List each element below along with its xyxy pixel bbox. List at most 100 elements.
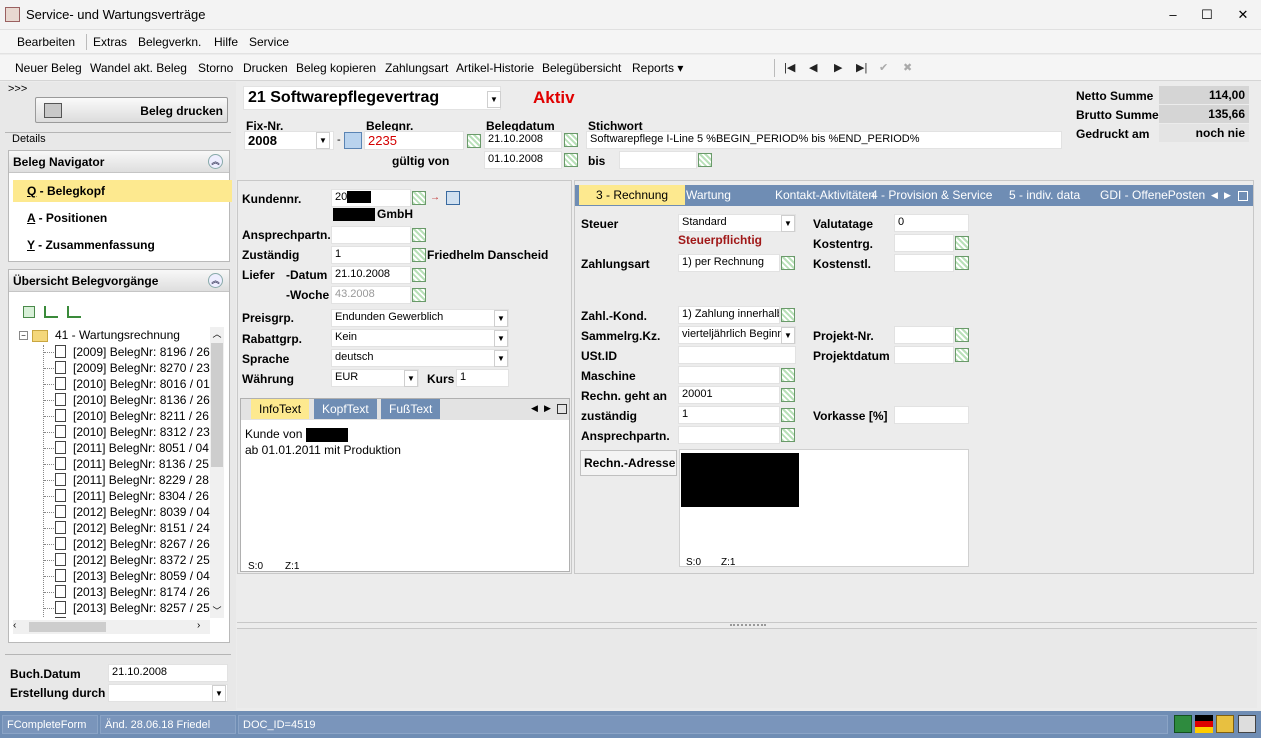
first-record-icon[interactable]: |◀ bbox=[784, 61, 795, 74]
projnr-field[interactable] bbox=[894, 326, 954, 344]
tab-prev-icon[interactable]: ◀ bbox=[531, 403, 538, 414]
tree-item[interactable]: [2010] BelegNr: 8211 / 26.0 bbox=[73, 408, 211, 424]
splitter-handle[interactable] bbox=[730, 624, 766, 627]
maximize-button[interactable]: ☐ bbox=[1197, 6, 1217, 24]
bis-field[interactable] bbox=[619, 151, 697, 169]
stichwort-field[interactable]: Softwarepflege I-Line 5 %BEGIN_PERIOD% b… bbox=[586, 131, 1062, 149]
expand-arrows[interactable]: >>> bbox=[8, 83, 27, 95]
refresh-tree-icon[interactable] bbox=[23, 306, 35, 318]
rechn-an-lookup-icon[interactable] bbox=[781, 388, 795, 402]
lock-icon[interactable] bbox=[1216, 715, 1234, 733]
tree-item[interactable]: [2013] BelegNr: 8174 / 26.0 bbox=[73, 584, 211, 600]
ansprech-field[interactable] bbox=[331, 226, 411, 244]
kundennr-lookup-icon[interactable] bbox=[412, 191, 426, 205]
fix-nr-dropdown-icon[interactable]: ▼ bbox=[316, 132, 330, 149]
rabatt-dropdown-icon[interactable]: ▼ bbox=[494, 330, 508, 347]
waehrung-dropdown-icon[interactable]: ▼ bbox=[404, 370, 418, 387]
collapse-tree-icon[interactable] bbox=[44, 306, 58, 318]
cancel-icon[interactable]: ✖ bbox=[903, 61, 912, 74]
kostenstl-lookup-icon[interactable] bbox=[955, 256, 969, 270]
tree-item[interactable]: [2010] BelegNr: 8312 / 23.0 bbox=[73, 424, 211, 440]
zahlungsart-lookup-icon[interactable] bbox=[781, 256, 795, 270]
scroll-left-icon[interactable]: ‹ bbox=[13, 620, 16, 631]
print-beleg-button[interactable]: Beleg drucken bbox=[35, 97, 228, 123]
menu-extras[interactable]: Extras bbox=[93, 35, 127, 49]
belegnr-field[interactable]: 2235 bbox=[364, 131, 464, 150]
search-beleg-icon[interactable] bbox=[344, 132, 362, 149]
buch-datum-field[interactable]: 21.10.2008 bbox=[108, 664, 228, 682]
nav-item-belegkopf[interactable]: Q - Belegkopf bbox=[13, 180, 232, 202]
projdatum-field[interactable] bbox=[894, 346, 954, 364]
ansp-field[interactable] bbox=[678, 426, 780, 444]
tab-rechnung[interactable]: 3 - Rechnung bbox=[579, 185, 686, 205]
bis-calendar-icon[interactable] bbox=[698, 153, 712, 167]
next-record-icon[interactable]: ▶ bbox=[834, 61, 842, 74]
preisgrp-dropdown-icon[interactable]: ▼ bbox=[494, 310, 508, 327]
liefer-datum-calendar-icon[interactable] bbox=[412, 268, 426, 282]
tree-item[interactable]: [2011] BelegNr: 8051 / 04.0 bbox=[73, 440, 211, 456]
scroll-thumb[interactable] bbox=[211, 343, 223, 467]
infotext-line-2[interactable]: ab 01.01.2011 mit Produktion bbox=[245, 443, 401, 457]
tree-item[interactable]: [2009] BelegNr: 8196 / 26.0 bbox=[73, 344, 211, 360]
tree-item[interactable]: [2009] BelegNr: 8270 / 23.0 bbox=[73, 360, 211, 376]
liefer-woche-lookup-icon[interactable] bbox=[412, 288, 426, 302]
invoice-tab-prev-icon[interactable]: ◀ bbox=[1211, 190, 1218, 201]
tab-offeneposten[interactable]: GDI - OffenePosten bbox=[1092, 185, 1213, 205]
tree-item[interactable]: [2011] BelegNr: 8304 / 26.0 bbox=[73, 488, 211, 504]
nav-item-zusammenfassung[interactable]: Y - Zusammenfassung bbox=[13, 234, 232, 256]
tree-toggle-icon[interactable]: − bbox=[19, 331, 28, 340]
sammelrg-select[interactable]: vierteljährlich Beginn bbox=[678, 326, 796, 344]
confirm-icon[interactable]: ✔ bbox=[879, 61, 888, 74]
kurs-field[interactable]: 1 bbox=[456, 369, 509, 387]
belegdatum-calendar-icon[interactable] bbox=[564, 133, 578, 147]
tree-item[interactable]: [2012] BelegNr: 8151 / 24.0 bbox=[73, 520, 211, 536]
beleg-kopieren-button[interactable]: Beleg kopieren bbox=[296, 61, 376, 75]
ustid-field[interactable] bbox=[678, 346, 796, 364]
rechn-adresse-box[interactable]: S:0 Z:1 bbox=[679, 449, 969, 568]
ansp-lookup-icon[interactable] bbox=[781, 428, 795, 442]
tree-item[interactable]: [2011] BelegNr: 8229 / 28.0 bbox=[73, 472, 211, 488]
tab-kopftext[interactable]: KopfText bbox=[314, 399, 377, 419]
last-record-icon[interactable]: ▶| bbox=[856, 61, 867, 74]
nav-item-positionen[interactable]: A - Positionen bbox=[13, 207, 232, 229]
collapse-navigator-icon[interactable]: ︽ bbox=[208, 154, 223, 169]
zahlkond-lookup-icon[interactable] bbox=[781, 308, 795, 322]
vorkasse-field[interactable] bbox=[894, 406, 969, 424]
menu-service[interactable]: Service bbox=[249, 35, 289, 49]
tree-item[interactable]: [2012] BelegNr: 8267 / 26.0 bbox=[73, 536, 211, 552]
zustaendig-lookup-icon[interactable] bbox=[412, 248, 426, 262]
sprache-dropdown-icon[interactable]: ▼ bbox=[494, 350, 508, 367]
zustaendig-field[interactable]: 1 bbox=[331, 246, 411, 264]
steuer-dropdown-icon[interactable]: ▼ bbox=[781, 215, 795, 232]
tab-next-icon[interactable]: ▶ bbox=[544, 403, 551, 414]
kundennr-field[interactable]: 20 bbox=[331, 189, 411, 207]
rabatt-select[interactable]: Kein bbox=[331, 329, 509, 347]
scroll-right-icon[interactable]: › bbox=[197, 620, 200, 631]
gueltig-von-field[interactable]: 01.10.2008 bbox=[484, 151, 562, 169]
erstellung-field[interactable] bbox=[108, 684, 228, 702]
zust-field[interactable]: 1 bbox=[678, 406, 780, 424]
wandel-beleg-button[interactable]: Wandel akt. Beleg bbox=[90, 61, 187, 75]
tab-wartung[interactable]: Wartung bbox=[678, 185, 739, 205]
zahlungsart-field[interactable]: 1) per Rechnung bbox=[678, 254, 780, 272]
tree-item[interactable]: [2012] BelegNr: 8039 / 04.0 bbox=[73, 504, 211, 520]
sammelrg-dropdown-icon[interactable]: ▼ bbox=[781, 327, 795, 344]
tab-fusstext[interactable]: FußText bbox=[381, 399, 441, 419]
zahlkond-field[interactable]: 1) Zahlung innerhalb bbox=[678, 306, 780, 324]
drucken-button[interactable]: Drucken bbox=[243, 61, 288, 75]
scroll-down-icon[interactable]: ﹀ bbox=[210, 604, 224, 618]
invoice-tab-next-icon[interactable]: ▶ bbox=[1224, 190, 1231, 201]
save-icon[interactable] bbox=[1238, 715, 1256, 733]
menu-belegverkn[interactable]: Belegverkn. bbox=[138, 35, 201, 49]
tree-horizontal-scrollbar[interactable]: ‹ › bbox=[13, 620, 210, 634]
tree-item[interactable]: [2010] BelegNr: 8016 / 01.0 bbox=[73, 376, 211, 392]
invoice-tab-menu-icon[interactable] bbox=[1238, 191, 1248, 201]
kostentrg-lookup-icon[interactable] bbox=[955, 236, 969, 250]
minimize-button[interactable]: – bbox=[1163, 6, 1183, 24]
zahlungsart-button[interactable]: Zahlungsart bbox=[385, 61, 448, 75]
storno-button[interactable]: Storno bbox=[198, 61, 233, 75]
expand-tree-icon[interactable] bbox=[67, 306, 81, 318]
transfer-icon[interactable]: → bbox=[430, 192, 444, 204]
tree-item[interactable]: [2012] BelegNr: 8372 / 25.0 bbox=[73, 552, 211, 568]
maschine-lookup-icon[interactable] bbox=[781, 368, 795, 382]
